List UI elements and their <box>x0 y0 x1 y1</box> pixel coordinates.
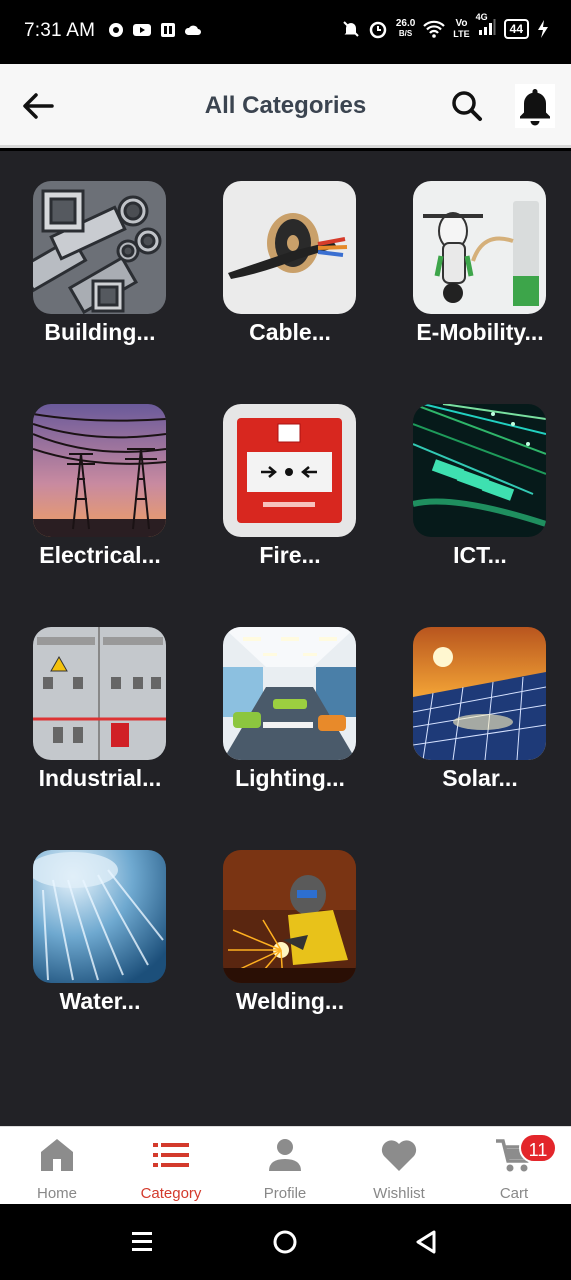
chrome-icon <box>109 23 123 37</box>
category-tile-solar[interactable]: Solar... <box>395 627 565 827</box>
status-app-icons <box>108 22 202 38</box>
nav-home[interactable]: Home <box>0 1127 114 1205</box>
speed-unit: B/S <box>398 28 413 38</box>
status-right-icons: 26.0 B/S Vo LTE 4G 44 <box>342 12 549 39</box>
category-image-industrial <box>33 627 166 760</box>
network-gen: 4G <box>475 12 488 22</box>
search-icon <box>452 91 482 121</box>
category-label: Building... <box>44 319 156 345</box>
recent-apps-button[interactable] <box>124 1224 160 1260</box>
network-speed: 26.0 B/S <box>395 17 416 39</box>
category-label: Lighting... <box>235 765 345 791</box>
category-tile-cable[interactable]: Cable... <box>205 181 375 381</box>
category-tile-emobility[interactable]: E-Mobility... <box>395 181 565 381</box>
charging-icon <box>538 19 548 38</box>
menu-icon <box>132 1232 152 1251</box>
nav-label-home: Home <box>36 1185 77 1202</box>
nav-label-cart: Cart <box>499 1185 529 1202</box>
nav-label-profile: Profile <box>263 1185 307 1202</box>
back-triangle-icon <box>416 1230 436 1254</box>
heart-icon <box>381 1140 417 1171</box>
bell-icon <box>520 89 550 126</box>
nav-wishlist[interactable]: Wishlist <box>342 1127 456 1205</box>
youtube-icon <box>133 24 151 36</box>
app-bar: All Categories <box>0 64 571 148</box>
nav-profile[interactable]: Profile <box>228 1127 342 1205</box>
nav-label-wishlist: Wishlist <box>373 1185 425 1202</box>
category-image-water <box>33 850 166 983</box>
person-icon <box>269 1139 301 1171</box>
cart-badge: 11 <box>519 1133 557 1163</box>
category-tile-ict[interactable]: ICT... <box>395 404 565 604</box>
status-bar: 7:31 AM 26.0 B/S Vo LTE 4G 44 <box>0 0 571 64</box>
notification-button[interactable] <box>515 84 555 128</box>
status-time: 7:31 AM <box>24 20 96 41</box>
volte-top: Vo <box>455 17 468 29</box>
category-tile-electrical[interactable]: Electrical... <box>15 404 185 604</box>
category-label: E-Mobility... <box>416 319 544 345</box>
system-navigation-bar <box>0 1204 571 1280</box>
list-icon <box>153 1143 189 1167</box>
bottom-navigation: Home Category Profile Wishlist 11 Cart <box>0 1126 571 1204</box>
home-icon <box>41 1139 73 1171</box>
category-label: Electrical... <box>39 542 161 568</box>
nav-label-category: Category <box>140 1185 202 1202</box>
mute-icon <box>343 20 359 37</box>
volte-bottom: LTE <box>453 28 470 39</box>
nav-cart[interactable]: 11 Cart <box>457 1127 571 1205</box>
wifi-icon <box>423 20 446 38</box>
paytm-icon <box>161 23 175 37</box>
category-image-fire <box>223 404 356 537</box>
category-tile-water[interactable]: Water... <box>15 850 185 1050</box>
category-image-emobility <box>413 181 546 314</box>
signal-group: 4G <box>476 12 496 39</box>
category-image-ict <box>413 404 546 537</box>
category-tile-industrial[interactable]: Industrial... <box>15 627 185 827</box>
nav-category[interactable]: Category <box>114 1127 228 1205</box>
category-label: Cable... <box>249 319 331 345</box>
category-tile-lighting[interactable]: Lighting... <box>205 627 375 827</box>
cloud-icon <box>184 25 201 35</box>
battery-icon: 44 <box>503 18 529 39</box>
home-circle-icon <box>273 1230 297 1254</box>
category-image-solar <box>413 627 546 760</box>
system-back-button[interactable] <box>408 1224 444 1260</box>
category-tile-welding[interactable]: Welding... <box>205 850 375 1050</box>
volte-indicator: Vo LTE <box>453 17 470 39</box>
category-image-lighting <box>223 627 356 760</box>
speed-value: 26.0 <box>395 17 416 29</box>
category-label: ICT... <box>453 542 507 568</box>
search-button[interactable] <box>447 86 487 126</box>
category-grid-area: Building... Cable... E-Mobility... Elect… <box>0 151 571 1126</box>
alarm-icon <box>369 21 387 38</box>
category-image-welding <box>223 850 356 983</box>
category-tile-building[interactable]: Building... <box>15 181 185 381</box>
category-image-electrical <box>33 404 166 537</box>
category-label: Industrial... <box>38 765 162 791</box>
category-tile-fire[interactable]: Fire... <box>205 404 375 604</box>
category-label: Fire... <box>259 542 321 568</box>
category-image-cable <box>223 181 356 314</box>
system-home-button[interactable] <box>267 1224 303 1260</box>
category-label: Welding... <box>235 988 345 1014</box>
category-label: Water... <box>59 988 141 1014</box>
category-image-building <box>33 181 166 314</box>
category-label: Solar... <box>442 765 518 791</box>
